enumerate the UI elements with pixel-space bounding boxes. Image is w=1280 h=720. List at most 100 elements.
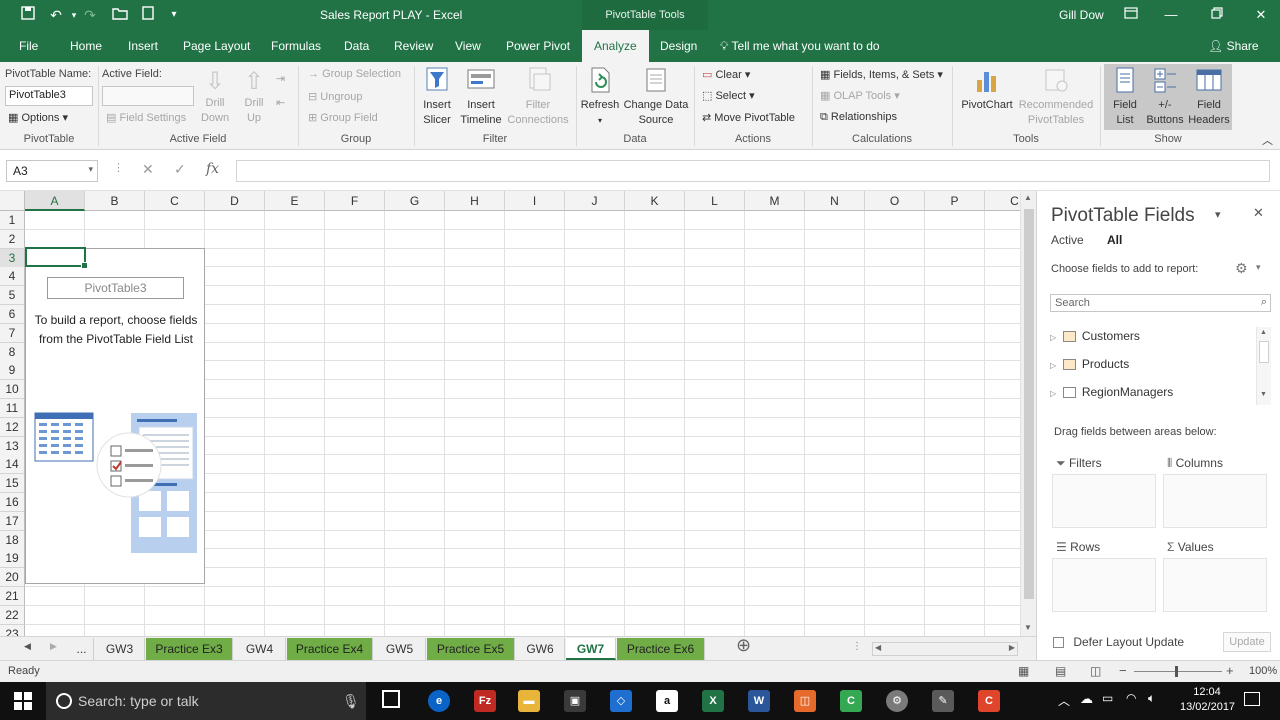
group-field-button[interactable]: ⊞ Group Field bbox=[308, 111, 378, 124]
onedrive-icon[interactable]: ☁︎ bbox=[1080, 691, 1093, 707]
field-search-input[interactable]: Search ⌕ bbox=[1050, 294, 1271, 312]
scroll-left-icon[interactable]: ◀ bbox=[875, 643, 881, 652]
word-taskbar-icon[interactable]: W bbox=[748, 690, 770, 712]
ungroup-button[interactable]: ⊟ Ungroup bbox=[308, 90, 362, 103]
row-header[interactable]: 20 bbox=[0, 568, 25, 588]
filezilla-icon[interactable]: Fz bbox=[474, 690, 496, 712]
customize-qat-icon[interactable]: ▾ bbox=[164, 5, 184, 25]
volume-icon[interactable]: 🔈︎ bbox=[1148, 691, 1155, 706]
tab-scroll-left-icon[interactable]: ◀ bbox=[24, 641, 31, 652]
column-header[interactable]: J bbox=[565, 191, 625, 211]
open-folder-icon[interactable] bbox=[110, 5, 130, 25]
row-header[interactable]: 8 bbox=[0, 342, 25, 362]
page-layout-view-icon[interactable]: ▤ bbox=[1055, 664, 1066, 678]
olap-tools-button[interactable]: ▦ OLAP Tools ▾ bbox=[820, 89, 900, 102]
options-button[interactable]: ▦ Options ▾ bbox=[8, 111, 68, 124]
filter-connections-button[interactable]: Filter Connections bbox=[505, 66, 571, 128]
tab-data[interactable]: Data bbox=[344, 30, 369, 62]
row-header[interactable]: 18 bbox=[0, 530, 25, 550]
row-header[interactable]: 19 bbox=[0, 549, 25, 569]
row-header[interactable]: 7 bbox=[0, 323, 25, 343]
tab-home[interactable]: Home bbox=[70, 30, 102, 62]
scroll-down-icon[interactable]: ▼ bbox=[1024, 623, 1032, 632]
file-explorer-icon[interactable]: ▬ bbox=[518, 690, 540, 712]
notification-icon[interactable] bbox=[1244, 692, 1260, 706]
expand-icon[interactable]: ▷ bbox=[1050, 361, 1056, 370]
add-sheet-icon[interactable]: ⊕ bbox=[736, 635, 751, 656]
insert-timeline-button[interactable]: Insert Timeline bbox=[458, 66, 504, 128]
cancel-icon[interactable]: ✕ bbox=[142, 161, 154, 178]
pane-gear-icon[interactable]: ⚙︎ bbox=[1235, 260, 1248, 277]
row-header[interactable]: 2 bbox=[0, 229, 25, 249]
tab-scroll-right-icon[interactable]: ▶ bbox=[50, 641, 57, 652]
vertical-scrollbar[interactable]: ▲ ▼ bbox=[1020, 191, 1036, 636]
column-header[interactable]: N bbox=[805, 191, 865, 211]
tab-review[interactable]: Review bbox=[394, 30, 433, 62]
ribbon-display-options-icon[interactable] bbox=[1120, 6, 1142, 24]
group-selection-button[interactable]: → Group Selection bbox=[308, 68, 401, 80]
values-drop-area[interactable] bbox=[1163, 558, 1267, 612]
tab-power-pivot[interactable]: Power Pivot bbox=[506, 30, 570, 62]
column-header[interactable]: O bbox=[865, 191, 925, 211]
worksheet-grid[interactable]: A B C D E F G H I J K L M N O P C 1 2 3 4 5 6 7 8 9 10 11 12 13 14 15 16… bbox=[0, 191, 1020, 636]
field-list-scrollbar[interactable]: ▲ ▼ bbox=[1256, 327, 1271, 405]
field-table-regionmanagers[interactable]: ▷ RegionManagers bbox=[1050, 382, 1173, 402]
column-header[interactable]: E bbox=[265, 191, 325, 211]
pivotchart-button[interactable]: PivotChart bbox=[958, 66, 1016, 113]
split-handle-icon[interactable]: ⋮ bbox=[852, 641, 862, 652]
redo-icon[interactable]: ↷ bbox=[80, 5, 100, 25]
zoom-slider[interactable] bbox=[1134, 666, 1222, 677]
column-header[interactable]: D bbox=[205, 191, 265, 211]
column-header[interactable]: A bbox=[25, 191, 85, 211]
active-field-input[interactable] bbox=[102, 86, 194, 106]
column-header[interactable]: F bbox=[325, 191, 385, 211]
field-settings-button[interactable]: ▤ Field Settings bbox=[106, 111, 186, 124]
tools-app-icon[interactable]: ✎ bbox=[932, 690, 954, 712]
move-pivottable-button[interactable]: ⇄ Move PivotTable bbox=[702, 111, 795, 124]
scroll-right-icon[interactable]: ▶ bbox=[1009, 643, 1015, 652]
pivottable-name-input[interactable]: PivotTable3 bbox=[5, 86, 93, 106]
scroll-thumb[interactable] bbox=[1024, 209, 1034, 599]
sheet-tab[interactable]: Practice Ex3 bbox=[146, 638, 233, 660]
recorder-icon[interactable]: C bbox=[978, 690, 1000, 712]
column-header[interactable]: G bbox=[385, 191, 445, 211]
drill-down-button[interactable]: ⇩ Drill Down bbox=[198, 68, 232, 126]
recommended-pivottables-button[interactable]: Recommended PivotTables bbox=[1016, 66, 1096, 128]
tab-all[interactable]: All bbox=[1107, 233, 1122, 247]
new-file-icon[interactable] bbox=[138, 5, 158, 25]
store-icon[interactable]: ▣ bbox=[564, 690, 586, 712]
row-header[interactable]: 17 bbox=[0, 511, 25, 531]
pane-options-icon[interactable]: ▾ bbox=[1215, 208, 1221, 221]
restore-icon[interactable] bbox=[1206, 6, 1228, 24]
row-header[interactable]: 22 bbox=[0, 605, 25, 625]
plus-minus-buttons-button[interactable]: +/- Buttons bbox=[1144, 66, 1186, 128]
tab-formulas[interactable]: Formulas bbox=[271, 30, 321, 62]
excel-taskbar-icon[interactable]: X bbox=[702, 690, 724, 712]
insert-function-icon[interactable]: fx bbox=[206, 161, 219, 177]
row-header[interactable]: 10 bbox=[0, 380, 25, 400]
column-header[interactable]: M bbox=[745, 191, 805, 211]
tab-insert[interactable]: Insert bbox=[128, 30, 158, 62]
collapse-ribbon-icon[interactable]: ︿ bbox=[1262, 132, 1273, 148]
field-table-customers[interactable]: ▷ Customers bbox=[1050, 326, 1140, 346]
column-header[interactable]: H bbox=[445, 191, 505, 211]
sheet-tab[interactable]: ... bbox=[70, 638, 94, 660]
enter-icon[interactable]: ✓ bbox=[174, 161, 186, 178]
amazon-icon[interactable]: a bbox=[656, 690, 678, 712]
wifi-icon[interactable]: ◠ bbox=[1126, 691, 1136, 705]
tray-chevron-icon[interactable]: ︿ bbox=[1058, 692, 1070, 709]
column-header[interactable]: P bbox=[925, 191, 985, 211]
change-data-source-button[interactable]: Change Data Source bbox=[622, 66, 690, 128]
scroll-up-icon[interactable]: ▲ bbox=[1024, 193, 1032, 202]
column-header[interactable]: K bbox=[625, 191, 685, 211]
clear-button[interactable]: ▭ Clear ▾ bbox=[702, 68, 750, 81]
dropbox-icon[interactable]: ◇ bbox=[610, 690, 632, 712]
column-header[interactable]: C bbox=[145, 191, 205, 211]
save-icon[interactable] bbox=[18, 5, 38, 25]
camtasia-icon[interactable]: C bbox=[840, 690, 862, 712]
row-header[interactable]: 16 bbox=[0, 493, 25, 512]
tell-me-search[interactable]: 💡︎ Tell me what you want to do bbox=[720, 30, 880, 62]
sheet-tab[interactable]: Practice Ex6 bbox=[617, 638, 705, 660]
insert-slicer-button[interactable]: Insert Slicer bbox=[418, 66, 456, 128]
zoom-slider-thumb[interactable] bbox=[1175, 666, 1178, 677]
